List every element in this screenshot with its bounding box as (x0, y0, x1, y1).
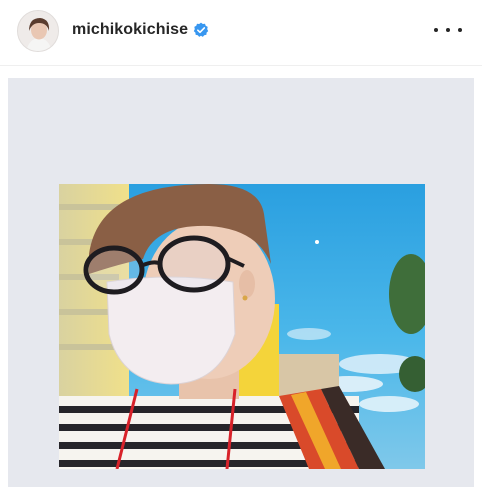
post-header: michikokichise (0, 0, 482, 66)
post-media[interactable] (8, 78, 474, 487)
more-options-icon (446, 28, 450, 32)
photo-illustration (59, 184, 425, 469)
more-options-button[interactable] (434, 20, 462, 40)
username-link[interactable]: michikokichise (72, 21, 188, 39)
avatar-image (18, 11, 58, 51)
username-row: michikokichise (72, 19, 209, 41)
avatar[interactable] (17, 10, 59, 52)
selfie-photo (59, 184, 425, 469)
more-options-icon (458, 28, 462, 32)
more-options-icon (434, 28, 438, 32)
verified-badge-icon (193, 22, 209, 37)
